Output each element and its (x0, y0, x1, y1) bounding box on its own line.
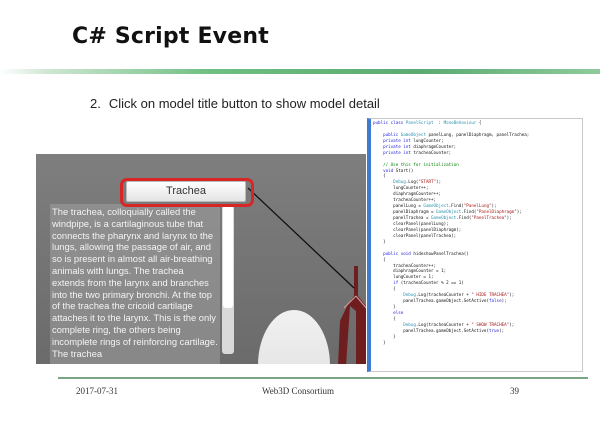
code-screenshot: public class PanelScript : MonoBehaviour… (367, 118, 583, 372)
title-divider (0, 69, 600, 74)
code-line: } (373, 339, 386, 345)
footer-organization: Web3D Consortium (262, 386, 335, 396)
footer-divider (58, 377, 588, 379)
bullet-text: Click on model title button to show mode… (108, 96, 380, 111)
slide-title: C# Script Event (72, 24, 269, 49)
unity-scene-screenshot: The trachea, colloquially called the win… (36, 154, 366, 364)
model-title-button[interactable]: Trachea (126, 181, 246, 202)
bullet-number: 2. (90, 96, 101, 111)
page-number: 39 (510, 386, 519, 396)
bullet-item: 2. Click on model title button to show mo… (90, 96, 380, 111)
footer-date: 2017-07-31 (76, 386, 118, 396)
